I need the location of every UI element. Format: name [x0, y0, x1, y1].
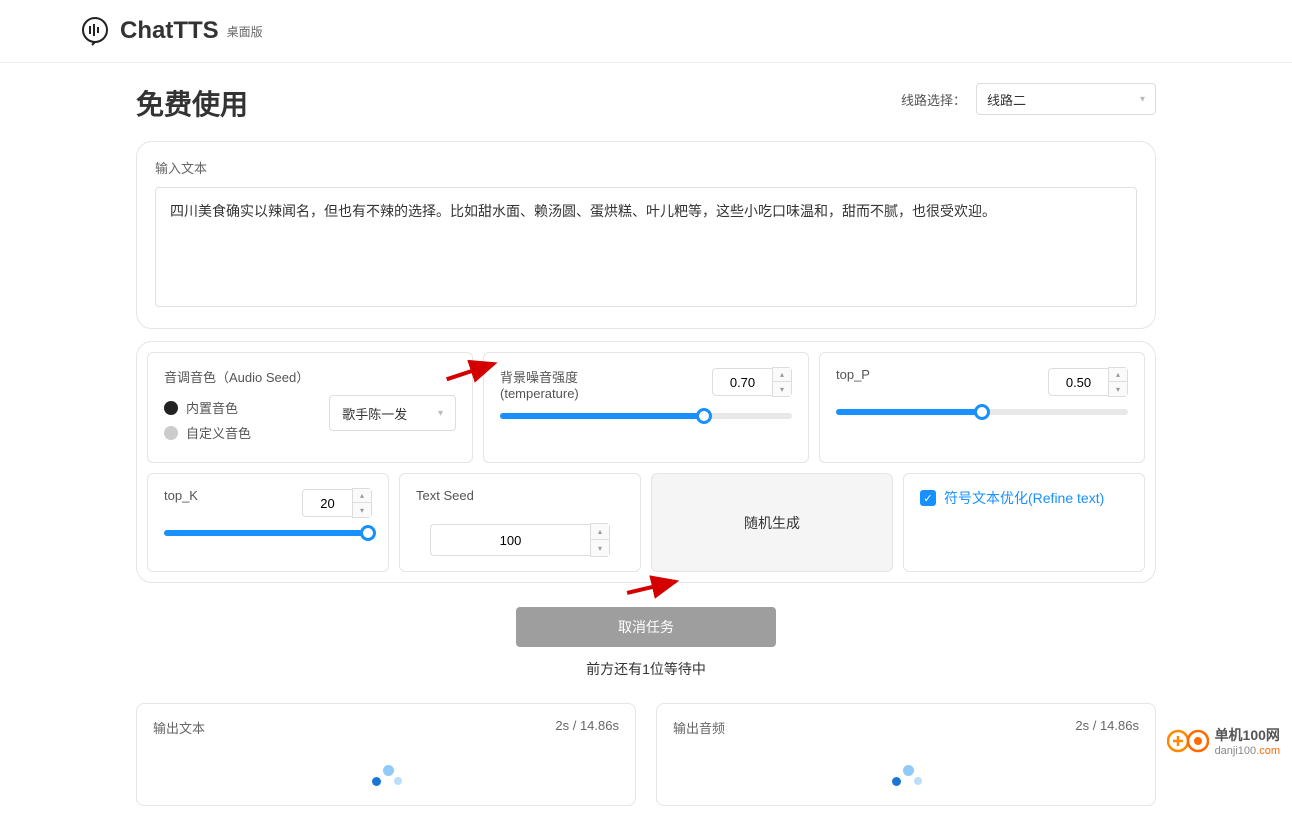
text-input[interactable]: 四川美食确实以辣闻名，但也有不辣的选择。比如甜水面、赖汤圆、蛋烘糕、叶儿粑等，这… [155, 187, 1137, 307]
radio-custom-label: 自定义音色 [186, 423, 251, 442]
chevron-down-icon: ▾ [438, 408, 443, 419]
watermark-icon [1167, 727, 1209, 755]
params-card: 音调音色（Audio Seed） 内置音色 自定义音色 [136, 341, 1156, 583]
text-seed-input[interactable] [430, 524, 590, 556]
temperature-panel: 背景噪音强度(temperature) ▴ ▾ [483, 352, 809, 463]
chevron-down-icon: ▾ [1140, 94, 1145, 105]
route-selected: 线路二 [987, 90, 1026, 109]
loading-spinner-icon [366, 761, 406, 791]
stepper-up-icon[interactable]: ▴ [591, 524, 609, 540]
header-row: 免费使用 线路选择： 线路二 ▾ [136, 83, 1156, 123]
top-p-label: top_P [836, 367, 870, 382]
refine-text-panel: ✓ 符号文本优化(Refine text) [903, 473, 1145, 572]
top-k-stepper[interactable]: ▴ ▾ [352, 488, 372, 518]
text-seed-panel: Text Seed ▴ ▾ [399, 473, 641, 572]
brand-name: ChatTTS [120, 17, 219, 45]
voice-select[interactable]: 歌手陈一发 ▾ [329, 395, 456, 431]
top-k-input[interactable] [302, 489, 352, 517]
output-text-label: 输出文本 [153, 718, 205, 737]
stepper-up-icon[interactable]: ▴ [773, 368, 791, 382]
cancel-task-button[interactable]: 取消任务 [516, 607, 776, 647]
brand-sub: 桌面版 [227, 23, 263, 40]
route-selector-box: 线路选择： 线路二 ▾ [901, 83, 1156, 115]
input-text-label: 输入文本 [155, 158, 1137, 177]
voice-radio-group: 内置音色 自定义音色 [164, 398, 309, 442]
radio-builtin-label: 内置音色 [186, 398, 238, 417]
logo-icon [80, 16, 110, 46]
temperature-number-box: ▴ ▾ [712, 367, 792, 397]
output-audio-timing: 2s / 14.86s [1075, 718, 1139, 737]
stepper-up-icon[interactable]: ▴ [353, 489, 371, 503]
output-text-timing: 2s / 14.86s [555, 718, 619, 737]
stepper-down-icon[interactable]: ▾ [591, 540, 609, 556]
main-container: 免费使用 线路选择： 线路二 ▾ 输入文本 四川美食确实以辣闻名，但也有不辣的选… [116, 63, 1176, 826]
radio-dot-unselected-icon [164, 426, 178, 440]
temperature-stepper[interactable]: ▴ ▾ [772, 367, 792, 397]
temperature-label: 背景噪音强度(temperature) [500, 367, 620, 401]
top-k-slider[interactable] [164, 530, 372, 536]
top-p-input[interactable] [1048, 368, 1108, 396]
watermark: 单机100网 danji100.com [1167, 725, 1280, 757]
refine-text-label: 符号文本优化(Refine text) [944, 488, 1104, 508]
slider-thumb[interactable] [974, 404, 990, 420]
stepper-down-icon[interactable]: ▾ [1109, 382, 1127, 396]
temperature-slider[interactable] [500, 413, 792, 419]
voice-panel: 音调音色（Audio Seed） 内置音色 自定义音色 [147, 352, 473, 463]
slider-fill [836, 409, 982, 415]
radio-builtin-voice[interactable]: 内置音色 [164, 398, 309, 417]
output-row: 输出文本 2s / 14.86s 输出音频 2s / 14.86s [136, 703, 1156, 806]
text-seed-label: Text Seed [416, 488, 624, 503]
top-p-number-box: ▴ ▾ [1048, 367, 1128, 397]
watermark-brand: 单机100网 [1215, 725, 1280, 745]
top-p-stepper[interactable]: ▴ ▾ [1108, 367, 1128, 397]
slider-fill [500, 413, 704, 419]
waiting-text: 前方还有1位等待中 [136, 659, 1156, 679]
top-k-panel: top_K ▴ ▾ [147, 473, 389, 572]
watermark-url: danji100.com [1215, 745, 1280, 757]
input-text-card: 输入文本 四川美食确实以辣闻名，但也有不辣的选择。比如甜水面、赖汤圆、蛋烘糕、叶… [136, 141, 1156, 329]
temperature-input[interactable] [712, 368, 772, 396]
voice-selected-value: 歌手陈一发 [342, 404, 407, 423]
route-label: 线路选择： [901, 90, 966, 109]
slider-thumb[interactable] [360, 525, 376, 541]
page-title: 免费使用 [136, 83, 248, 123]
slider-fill [164, 530, 368, 536]
slider-thumb[interactable] [696, 408, 712, 424]
radio-dot-selected-icon [164, 401, 178, 415]
stepper-down-icon[interactable]: ▾ [773, 382, 791, 396]
route-select[interactable]: 线路二 ▾ [976, 83, 1156, 115]
voice-label: 音调音色（Audio Seed） [164, 367, 309, 386]
radio-custom-voice[interactable]: 自定义音色 [164, 423, 309, 442]
loading-spinner-icon [886, 761, 926, 791]
random-generate-label: 随机生成 [744, 513, 800, 533]
random-generate-button[interactable]: 随机生成 [651, 473, 893, 572]
output-text-card: 输出文本 2s / 14.86s [136, 703, 636, 806]
output-audio-label: 输出音频 [673, 718, 725, 737]
stepper-down-icon[interactable]: ▾ [353, 503, 371, 517]
checkbox-checked-icon[interactable]: ✓ [920, 490, 936, 506]
topbar: ChatTTS 桌面版 [0, 0, 1292, 63]
top-p-panel: top_P ▴ ▾ [819, 352, 1145, 463]
top-k-label: top_K [164, 488, 198, 503]
stepper-up-icon[interactable]: ▴ [1109, 368, 1127, 382]
top-k-number-box: ▴ ▾ [302, 488, 372, 518]
text-seed-stepper[interactable]: ▴ ▾ [590, 523, 610, 557]
output-audio-card: 输出音频 2s / 14.86s [656, 703, 1156, 806]
refine-text-checkbox-row[interactable]: ✓ 符号文本优化(Refine text) [920, 488, 1128, 508]
top-p-slider[interactable] [836, 409, 1128, 415]
